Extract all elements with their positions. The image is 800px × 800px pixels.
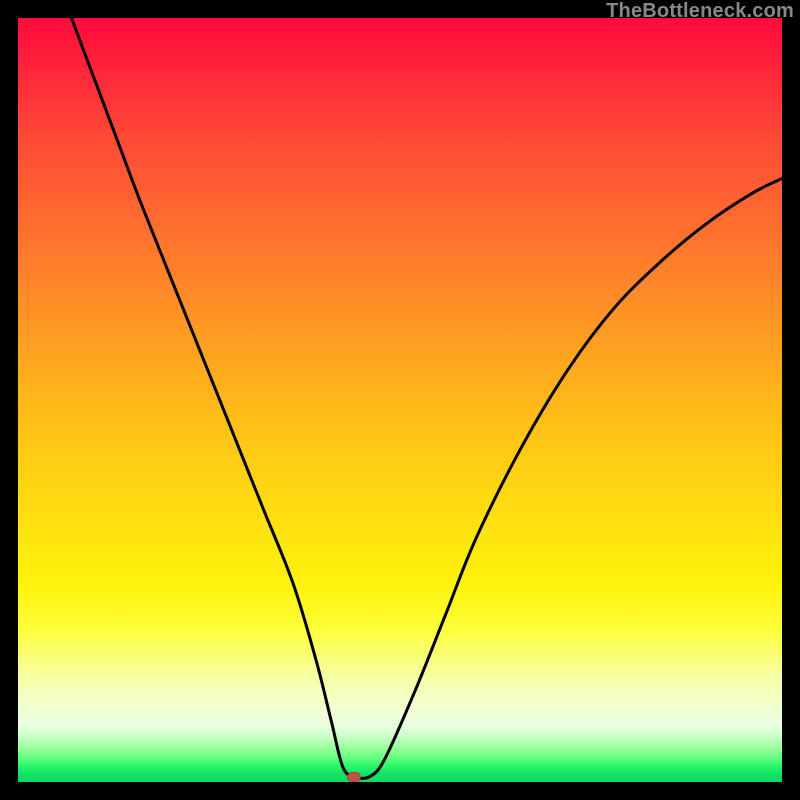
bottleneck-curve	[18, 18, 782, 782]
minimum-marker	[347, 772, 361, 782]
chart-stage: TheBottleneck.com	[0, 0, 800, 800]
plot-area	[18, 18, 782, 782]
